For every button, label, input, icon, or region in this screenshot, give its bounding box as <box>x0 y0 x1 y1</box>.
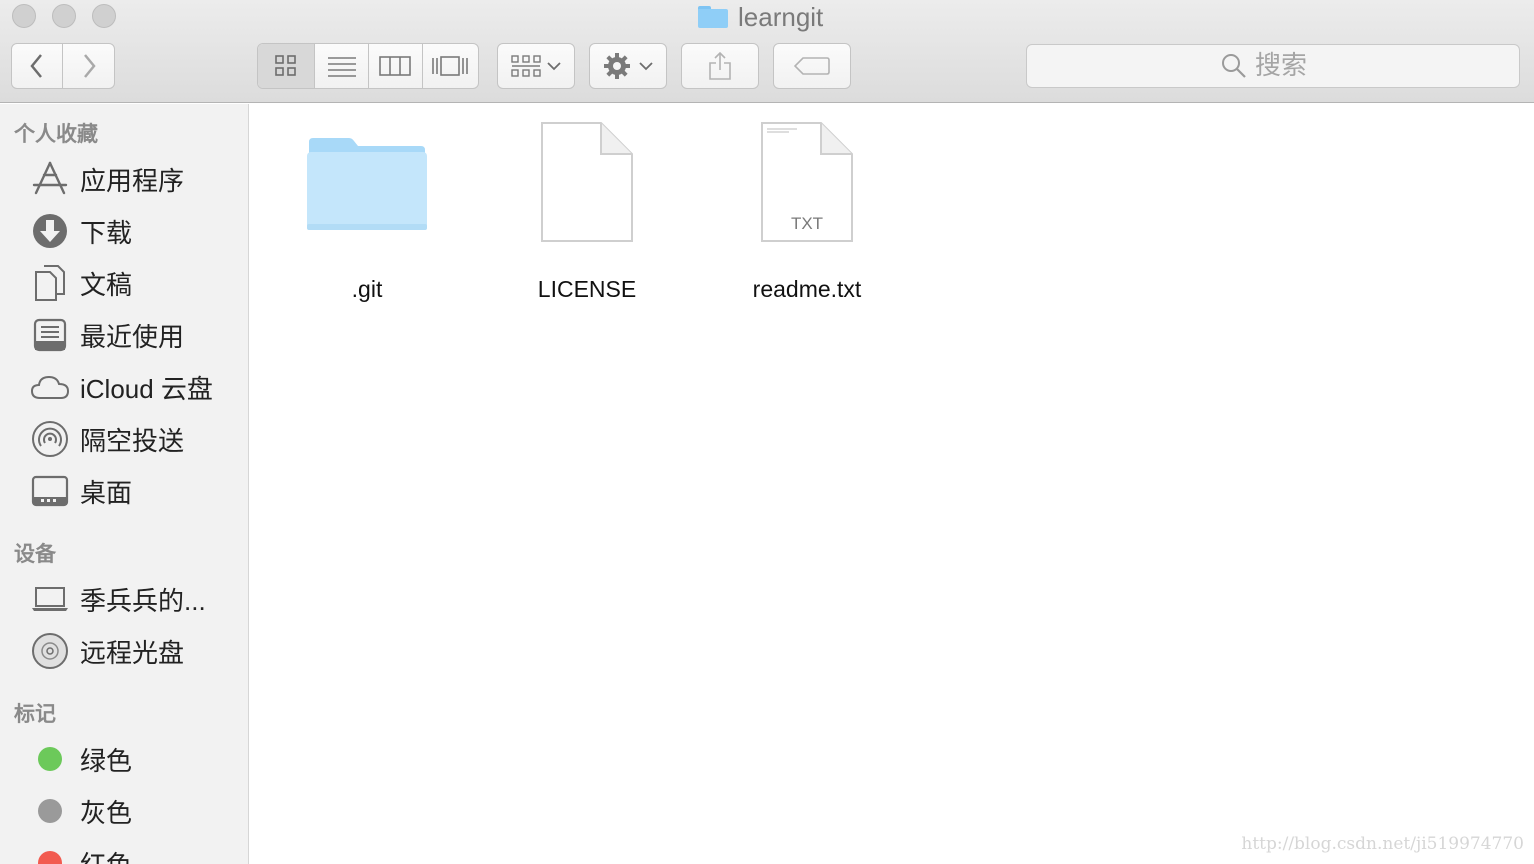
tags-header: 标记 <box>14 703 56 726</box>
chevron-down-icon <box>547 62 561 71</box>
file-item-readme[interactable]: TXT readme.txt <box>707 118 907 318</box>
file-type-badge: TXT <box>790 214 824 233</box>
sidebar-item-label: 绿色 <box>80 745 133 776</box>
sidebar-item-label: 下载 <box>80 217 133 248</box>
icloud-icon <box>30 367 70 407</box>
sidebar-item-label: 季兵兵的... <box>80 585 206 616</box>
tag-icon <box>794 57 830 75</box>
search-input[interactable] <box>1255 51 1325 81</box>
zoom-window-button[interactable] <box>92 4 116 28</box>
action-menu-button[interactable] <box>589 43 667 89</box>
folder-icon <box>307 138 427 230</box>
sidebar-item-remote-disc[interactable]: 远程光盘 <box>30 629 240 673</box>
tag-color-icon <box>30 791 70 831</box>
tag-color-icon <box>30 739 70 779</box>
arrange-button[interactable] <box>497 43 575 89</box>
folder-icon <box>698 6 728 28</box>
sidebar-item-airdrop[interactable]: 隔空投送 <box>30 417 240 461</box>
tag-button[interactable] <box>773 43 851 89</box>
applications-icon <box>30 159 70 199</box>
column-view-icon <box>379 56 412 76</box>
chevron-down-icon <box>639 62 653 71</box>
sidebar-item-documents[interactable]: 文稿 <box>30 261 240 305</box>
airdrop-icon <box>30 419 70 459</box>
downloads-icon <box>30 211 70 251</box>
remote-disc-icon <box>30 631 70 671</box>
toolbar: learngit <box>0 0 1534 103</box>
sidebar-item-icloud[interactable]: iCloud 云盘 <box>30 365 240 409</box>
sidebar-item-label: 文稿 <box>80 269 133 300</box>
sidebar-item-label: 应用程序 <box>80 165 185 196</box>
documents-icon <box>30 263 70 303</box>
gear-icon <box>604 53 630 79</box>
list-view-icon <box>327 57 356 77</box>
chevron-left-icon <box>30 54 42 78</box>
file-name: LICENSE <box>537 276 637 302</box>
back-button[interactable] <box>12 44 64 88</box>
sidebar-item-desktop[interactable]: 桌面 <box>30 469 240 513</box>
icon-view-button[interactable] <box>258 44 316 88</box>
gray-tag-dot-icon <box>38 799 62 823</box>
sidebar-item-label: 桌面 <box>80 477 133 508</box>
cover-flow-icon <box>432 56 469 76</box>
search-field[interactable] <box>1026 44 1520 88</box>
window-title-text: learngit <box>738 1 824 32</box>
document-icon <box>541 122 633 242</box>
sidebar-item-label: 隔空投送 <box>80 425 185 456</box>
cover-flow-button[interactable] <box>423 44 478 88</box>
watermark: http://blog.csdn.net/ji519974770 <box>1241 834 1524 854</box>
file-name: .git <box>351 276 383 302</box>
sidebar-item-applications[interactable]: 应用程序 <box>30 157 240 201</box>
search-icon <box>1222 54 1246 78</box>
sidebar-item-label: 灰色 <box>80 797 133 828</box>
sidebar-item-tag-gray[interactable]: 灰色 <box>30 789 240 833</box>
sidebar-item-tag-green[interactable]: 绿色 <box>30 737 240 781</box>
share-icon <box>709 51 731 80</box>
navigation-buttons <box>11 43 115 89</box>
file-item-git[interactable]: .git <box>267 118 467 318</box>
forward-button[interactable] <box>63 44 114 88</box>
share-button[interactable] <box>681 43 759 89</box>
list-view-button[interactable] <box>315 44 369 88</box>
close-window-button[interactable] <box>12 4 36 28</box>
desktop-icon <box>30 471 70 511</box>
sidebar-item-tag-red[interactable]: 红色 <box>30 841 240 864</box>
sidebar: 个人收藏 应用程序 下载 文稿 最近使用 iCloud 云盘 隔空投送 桌面 设… <box>0 104 249 864</box>
tag-color-icon <box>30 843 70 864</box>
sidebar-item-label: 红色 <box>80 845 132 864</box>
red-tag-dot-icon <box>38 851 62 864</box>
devices-header: 设备 <box>14 543 56 566</box>
file-item-license[interactable]: LICENSE <box>487 118 687 318</box>
sidebar-item-label: 最近使用 <box>80 321 185 352</box>
favorites-header: 个人收藏 <box>14 123 98 146</box>
file-browser: .git LICENSE TXT readme.txt http://blog.… <box>250 104 1534 864</box>
window-title: learngit <box>698 2 823 32</box>
view-mode-control <box>257 43 479 89</box>
sidebar-item-label: 远程光盘 <box>80 637 185 668</box>
sidebar-item-device-laptop[interactable]: 季兵兵的... <box>30 577 240 621</box>
file-name: readme.txt <box>752 276 862 302</box>
laptop-icon <box>30 579 70 619</box>
sidebar-item-recents[interactable]: 最近使用 <box>30 313 240 357</box>
arrange-grid-icon <box>511 55 541 77</box>
recents-icon <box>30 315 70 355</box>
column-view-button[interactable] <box>369 44 423 88</box>
sidebar-item-downloads[interactable]: 下载 <box>30 209 240 253</box>
sidebar-item-label: iCloud 云盘 <box>80 373 213 404</box>
chevron-right-icon <box>83 54 96 78</box>
minimize-window-button[interactable] <box>52 4 76 28</box>
icon-view-icon <box>275 55 297 76</box>
green-tag-dot-icon <box>38 747 62 771</box>
